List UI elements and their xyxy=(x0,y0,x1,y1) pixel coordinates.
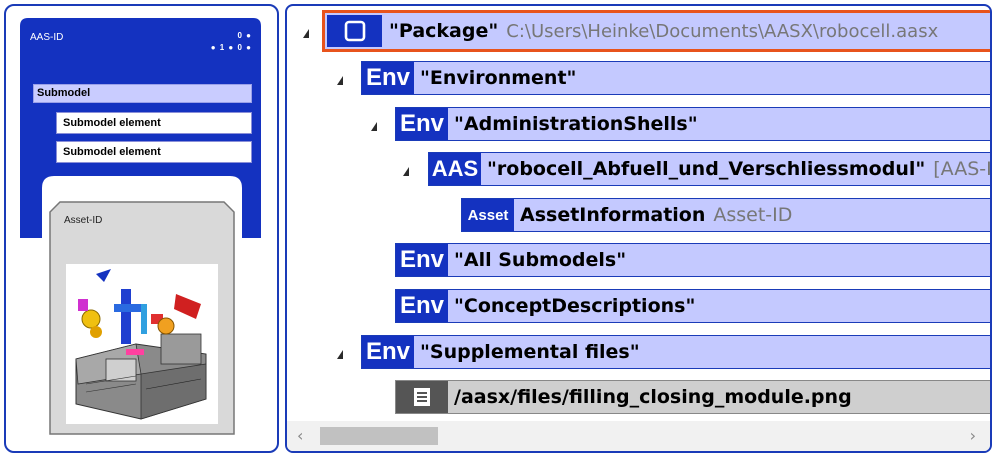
scrollbar-thumb[interactable] xyxy=(320,427,438,445)
tree-node-aas[interactable]: AAS "robocell_Abfuell_und_Verschliessmod… xyxy=(428,152,992,186)
asset-id-ref: Asset-ID xyxy=(713,204,793,226)
package-title: "Package" xyxy=(389,20,499,42)
tree-node-supplemental-files[interactable]: Env "Supplemental files" xyxy=(361,335,990,369)
package-path: C:\Users\Heinke\Documents\AASX\robocell.… xyxy=(506,20,939,42)
file-path-label: /aasx/files/filling_closing_module.png xyxy=(454,386,852,408)
asset-badge: Asset xyxy=(462,199,514,231)
env-badge: Env xyxy=(396,108,448,140)
collapse-arrow-icon[interactable] xyxy=(403,167,409,176)
env-badge: Env xyxy=(396,244,448,276)
asset-id-label: Asset-ID xyxy=(64,215,103,226)
submodel-label: Submodel xyxy=(33,84,252,103)
tree-node-administration-shells[interactable]: Env "AdministrationShells" xyxy=(395,107,990,141)
horizontal-scrollbar[interactable]: ‹ › xyxy=(287,421,990,451)
asset-information-title: AssetInformation xyxy=(520,204,706,226)
collapse-arrow-icon[interactable] xyxy=(337,350,343,359)
tree-node-environment[interactable]: Env "Environment" xyxy=(361,61,990,95)
bits-line-2: ● 1 ● 0 ● xyxy=(210,43,252,52)
scroll-right-icon[interactable]: › xyxy=(970,426,976,445)
supplemental-files-label: "Supplemental files" xyxy=(420,341,640,363)
env-badge: Env xyxy=(362,62,414,94)
bits-decoration: 0 ● ● 1 ● 0 ● xyxy=(202,30,252,54)
tree-node-file[interactable]: /aasx/files/filling_closing_module.png xyxy=(395,380,990,414)
env-badge: Env xyxy=(396,290,448,322)
scroll-left-icon[interactable]: ‹ xyxy=(297,426,303,445)
package-label: "Package" C:\Users\Heinke\Documents\AASX… xyxy=(389,13,938,49)
aas-badge: AAS xyxy=(429,153,481,185)
collapse-arrow-icon[interactable] xyxy=(303,29,309,38)
tree-node-all-submodels[interactable]: Env "All Submodels" xyxy=(395,243,990,277)
tree-node-asset-information[interactable]: Asset AssetInformation Asset-ID xyxy=(461,198,990,232)
tree-node-concept-descriptions[interactable]: Env "ConceptDescriptions" xyxy=(395,289,990,323)
aas-label: "robocell_Abfuell_und_Verschliessmodul" … xyxy=(487,153,992,185)
aas-title: "robocell_Abfuell_und_Verschliessmodul" xyxy=(487,158,926,180)
robocell-machine-image xyxy=(66,264,218,424)
submodel-element-1: Submodel element xyxy=(56,112,252,134)
submodel-element-2: Submodel element xyxy=(56,141,252,163)
aasx-tree-view[interactable]: "Package" C:\Users\Heinke\Documents\AASX… xyxy=(285,4,992,453)
environment-label: "Environment" xyxy=(420,67,577,89)
bits-line-1: 0 ● xyxy=(237,31,252,40)
asset-information-label: AssetInformation Asset-ID xyxy=(520,199,792,231)
concept-descriptions-label: "ConceptDescriptions" xyxy=(454,295,696,317)
collapse-arrow-icon[interactable] xyxy=(371,122,377,131)
package-icon xyxy=(327,15,382,47)
administration-shells-label: "AdministrationShells" xyxy=(454,113,698,135)
aas-shell-illustration: AAS-ID 0 ● ● 1 ● 0 ● Submodel Submodel e… xyxy=(4,4,279,453)
aas-id-label: AAS-ID xyxy=(30,32,64,43)
collapse-arrow-icon[interactable] xyxy=(337,76,343,85)
file-icon xyxy=(396,381,448,413)
aas-id-ref: [AAS-ID] xyxy=(933,158,992,180)
all-submodels-label: "All Submodels" xyxy=(454,249,627,271)
env-badge: Env xyxy=(362,336,414,368)
tree-node-package[interactable]: "Package" C:\Users\Heinke\Documents\AASX… xyxy=(322,10,990,52)
